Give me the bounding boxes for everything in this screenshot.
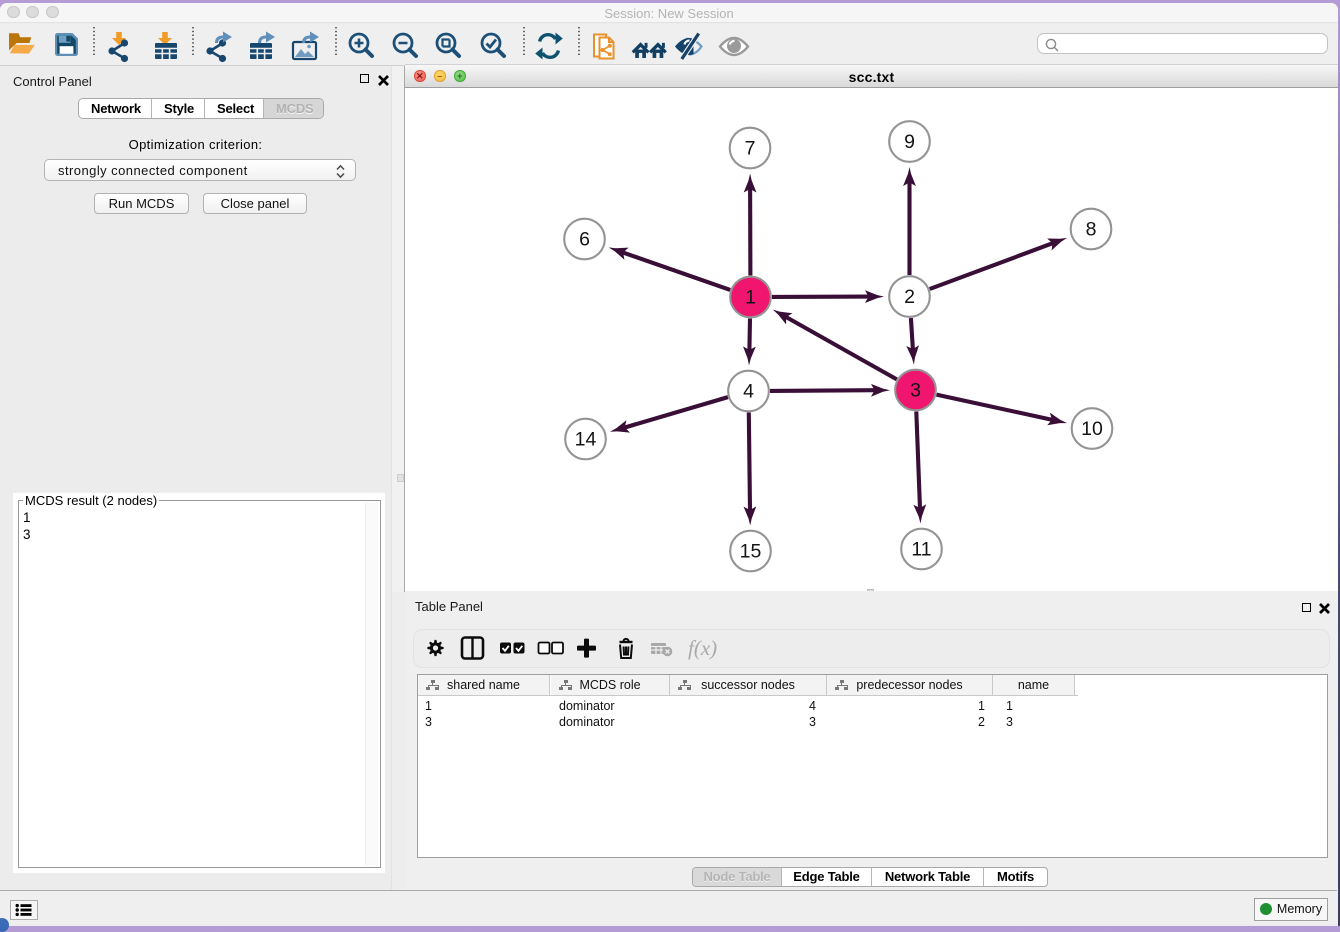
svg-text:15: 15 bbox=[740, 541, 762, 563]
svg-text:11: 11 bbox=[911, 539, 931, 561]
svg-text:14: 14 bbox=[575, 429, 597, 451]
svg-text:f(x): f(x) bbox=[688, 636, 717, 660]
svg-text:6: 6 bbox=[579, 229, 590, 251]
svg-text:3: 3 bbox=[910, 380, 921, 402]
svg-text:8: 8 bbox=[1086, 219, 1097, 241]
svg-text:2: 2 bbox=[904, 286, 915, 308]
svg-text:7: 7 bbox=[745, 138, 756, 160]
svg-text:10: 10 bbox=[1081, 418, 1103, 440]
svg-text:1: 1 bbox=[745, 287, 756, 309]
svg-text:4: 4 bbox=[743, 381, 754, 403]
svg-text:9: 9 bbox=[904, 131, 915, 153]
